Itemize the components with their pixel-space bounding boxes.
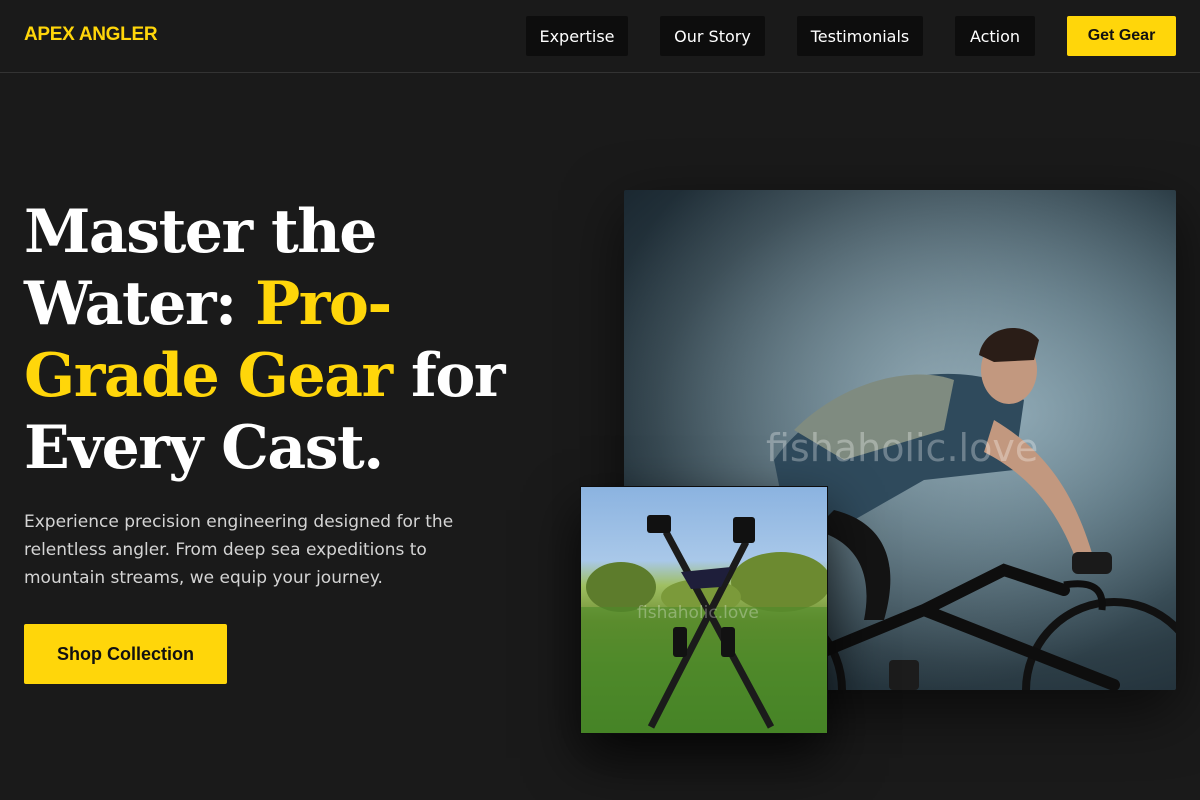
hero-title-accent-2: Grade Gear xyxy=(24,341,393,411)
hero-subtitle: Experience precision engineering designe… xyxy=(24,512,454,588)
nav-our-story-button[interactable]: Our Story xyxy=(660,16,765,56)
nav-expertise-button[interactable]: Expertise xyxy=(526,16,628,56)
hero-title-line1: Master the xyxy=(24,197,377,267)
shop-collection-button[interactable]: Shop Collection xyxy=(24,624,227,684)
hero-title: Master the Water: Pro- Grade Gear for Ev… xyxy=(24,196,564,484)
small-image-watermark: fishaholic.love xyxy=(637,603,759,623)
brand-logo[interactable]: APEX ANGLER xyxy=(24,24,158,46)
hero-title-line2-pre: Water: xyxy=(24,269,256,339)
site-header: APEX ANGLER Expertise Our Story Testimon… xyxy=(0,0,1200,73)
get-gear-button[interactable]: Get Gear xyxy=(1067,16,1176,56)
hero-title-line3-post: for xyxy=(391,341,505,411)
hero-secondary-image: fishaholic.love xyxy=(580,486,828,734)
nav-action-button[interactable]: Action xyxy=(955,16,1035,56)
main-image-watermark: fishaholic.love xyxy=(766,426,1039,470)
nav-testimonials-button[interactable]: Testimonials xyxy=(797,16,923,56)
hero-title-accent-1: Pro- xyxy=(255,269,392,339)
hero-title-line4: Every Cast. xyxy=(24,413,384,483)
